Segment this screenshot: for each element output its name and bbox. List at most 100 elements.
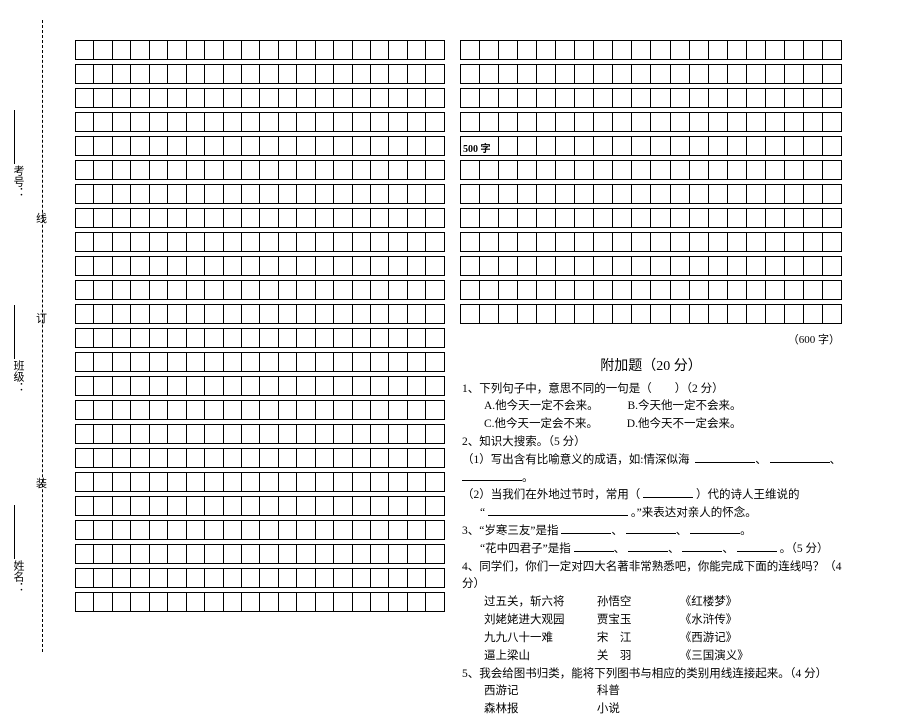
blank-name bbox=[14, 505, 15, 559]
q5-r1a: 西游记 bbox=[484, 683, 594, 701]
grid-cell bbox=[334, 209, 352, 228]
grid-cell bbox=[461, 305, 480, 324]
grid-cell bbox=[297, 209, 315, 228]
grid-cell bbox=[708, 89, 727, 108]
grid-cell bbox=[131, 281, 149, 300]
grid-cell bbox=[613, 209, 632, 228]
grid-cell bbox=[186, 257, 204, 276]
grid-cell bbox=[205, 89, 223, 108]
grid-cell bbox=[149, 353, 167, 372]
grid-cell bbox=[76, 521, 94, 540]
grid-cell bbox=[537, 137, 556, 156]
q3-a: 3、“岁寒三友”是指 bbox=[462, 525, 558, 537]
grid-cell bbox=[632, 137, 651, 156]
grid-cell bbox=[112, 353, 130, 372]
grid-cell bbox=[407, 353, 425, 372]
grid-cell bbox=[186, 569, 204, 588]
grid-cell bbox=[186, 233, 204, 252]
grid-cell bbox=[727, 137, 746, 156]
grid-cell bbox=[168, 113, 186, 132]
grid-cell bbox=[765, 233, 784, 252]
grid-cell bbox=[389, 305, 407, 324]
grid-cell bbox=[499, 185, 518, 204]
grid-cell bbox=[168, 449, 186, 468]
grid-cell bbox=[689, 65, 708, 84]
grid-cell bbox=[803, 113, 822, 132]
grid-cell bbox=[407, 545, 425, 564]
q1-options-row2: C.他今天一定会不来。 D.他今天不一定会来。 bbox=[462, 416, 842, 434]
grid-cell bbox=[334, 257, 352, 276]
grid-cell bbox=[518, 281, 537, 300]
grid-cell bbox=[352, 257, 370, 276]
grid-cell bbox=[407, 449, 425, 468]
grid-cell bbox=[278, 305, 296, 324]
grid-cell bbox=[689, 113, 708, 132]
binding-dashed-line bbox=[42, 20, 43, 652]
grid-cell bbox=[94, 89, 112, 108]
grid-cell bbox=[315, 377, 333, 396]
q1-c: C.他今天一定会不来。 bbox=[484, 418, 598, 430]
grid-cell bbox=[518, 41, 537, 60]
grid-cell bbox=[784, 137, 803, 156]
grid-cell bbox=[168, 569, 186, 588]
grid-cell bbox=[632, 89, 651, 108]
grid-cell bbox=[537, 281, 556, 300]
grid-cell bbox=[186, 65, 204, 84]
grid-cell bbox=[426, 353, 445, 372]
grid-cell bbox=[613, 89, 632, 108]
q4-r1b: 孙悟空 bbox=[597, 594, 677, 612]
q2-2a: （2）当我们在外地过节时，常用（ bbox=[462, 489, 640, 501]
q1-a: A.他今天一定不会来。 bbox=[484, 400, 599, 412]
grid-cell bbox=[822, 137, 841, 156]
grid-cell bbox=[708, 257, 727, 276]
grid-cell bbox=[315, 41, 333, 60]
grid-cell bbox=[784, 233, 803, 252]
q3-blank7 bbox=[737, 541, 777, 552]
grid-cell bbox=[76, 545, 94, 564]
grid-cell bbox=[76, 89, 94, 108]
grid-cell bbox=[480, 185, 499, 204]
grid-cell bbox=[352, 209, 370, 228]
grid-cell bbox=[746, 209, 765, 228]
grid-cell bbox=[727, 305, 746, 324]
grid-cell bbox=[94, 257, 112, 276]
grid-cell bbox=[784, 209, 803, 228]
grid-cell bbox=[670, 233, 689, 252]
grid-cell bbox=[613, 137, 632, 156]
grid-cell bbox=[461, 65, 480, 84]
grid-cell bbox=[260, 89, 278, 108]
grid-cell bbox=[278, 497, 296, 516]
grid-cell bbox=[149, 449, 167, 468]
grid-cell bbox=[746, 113, 765, 132]
grid-cell bbox=[389, 185, 407, 204]
grid-cell bbox=[499, 209, 518, 228]
grid-cell bbox=[480, 161, 499, 180]
grid-cell bbox=[223, 593, 241, 612]
grid-cell bbox=[315, 233, 333, 252]
grid-cell bbox=[651, 281, 670, 300]
grid-cell bbox=[149, 281, 167, 300]
grid-cell bbox=[241, 545, 259, 564]
grid-cell bbox=[765, 185, 784, 204]
grid-cell bbox=[76, 569, 94, 588]
grid-cell bbox=[94, 545, 112, 564]
grid-cell bbox=[94, 65, 112, 84]
grid-cell bbox=[689, 209, 708, 228]
grid-cell bbox=[94, 137, 112, 156]
grid-cell bbox=[334, 569, 352, 588]
grid-cell bbox=[518, 113, 537, 132]
grid-cell bbox=[168, 305, 186, 324]
grid-cell bbox=[94, 593, 112, 612]
grid-cell bbox=[297, 473, 315, 492]
grid-cell bbox=[94, 185, 112, 204]
q4-r4b: 关 羽 bbox=[597, 648, 677, 666]
grid-cell bbox=[613, 65, 632, 84]
grid-cell bbox=[334, 41, 352, 60]
grid-cell bbox=[389, 473, 407, 492]
grid-cell bbox=[260, 353, 278, 372]
grid-cell bbox=[371, 209, 389, 228]
q5-row1: 西游记 科普 bbox=[462, 683, 842, 701]
grid-cell bbox=[223, 137, 241, 156]
grid-cell bbox=[76, 329, 94, 348]
grid-cell bbox=[223, 497, 241, 516]
